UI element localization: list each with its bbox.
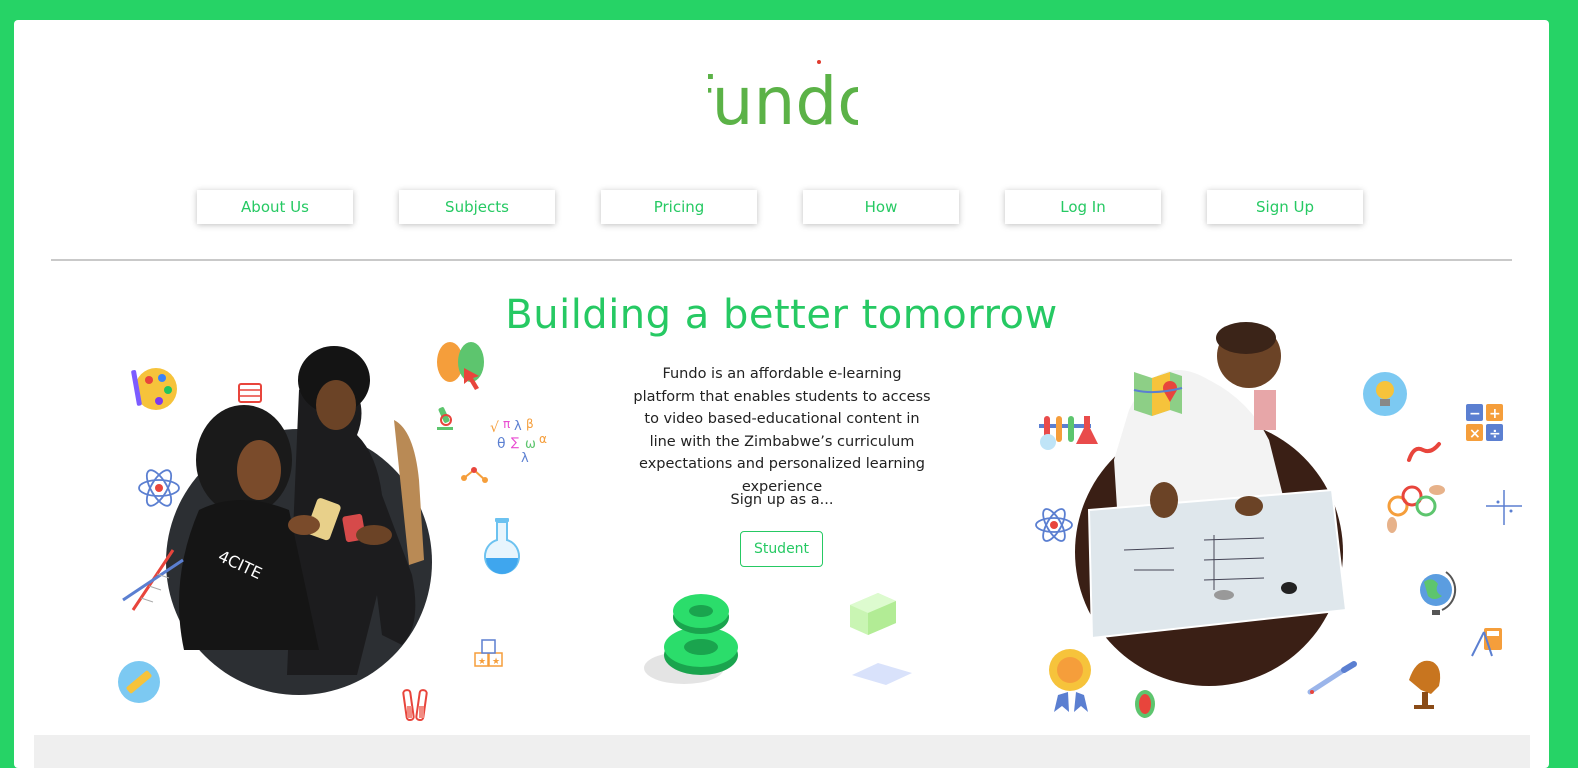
- signup-prompt: Sign up as a...: [730, 492, 834, 508]
- paint-palette-icon: [131, 368, 177, 410]
- main-nav: About Us Subjects Pricing How Log In Sig…: [14, 190, 1549, 224]
- student-whiteboard-illustration: − + × ÷: [1035, 322, 1522, 718]
- toy-blocks-icon: ★ ★: [474, 639, 503, 667]
- gears-icon: [1387, 485, 1445, 533]
- svg-text:×: ×: [1469, 426, 1481, 442]
- svg-text:∑: ∑: [511, 435, 519, 449]
- nav-log-in-button[interactable]: Log In: [1005, 190, 1161, 224]
- light-green-cube-icon: [850, 593, 896, 635]
- spartan-helmet-icon: [1409, 660, 1441, 709]
- brain-icon: [437, 342, 484, 390]
- compass-calculator-icon: [1471, 628, 1502, 657]
- coordinate-axes-icon: [1486, 490, 1522, 525]
- blue-tile-icon: [852, 663, 912, 685]
- svg-text:β: β: [526, 417, 534, 431]
- svg-text:λ: λ: [521, 451, 529, 466]
- hero-description: Fundo is an affordable e-learning platfo…: [633, 366, 931, 495]
- map-icon: [1133, 372, 1183, 416]
- svg-text:+: +: [1489, 406, 1501, 422]
- pencil-icon: [118, 661, 160, 703]
- center-3d-shapes: [644, 593, 912, 685]
- svg-text:π: π: [503, 417, 510, 431]
- svg-text:ω: ω: [525, 437, 536, 452]
- svg-text:θ: θ: [497, 436, 506, 452]
- nav-about-us-button[interactable]: About Us: [197, 190, 353, 224]
- nav-pricing-button[interactable]: Pricing: [601, 190, 757, 224]
- header-divider: [51, 259, 1512, 261]
- lab-equipment-icon: [1039, 416, 1098, 450]
- nav-how-button[interactable]: How: [803, 190, 959, 224]
- lightbulb-icon: [1363, 372, 1407, 416]
- svg-text:−: −: [1469, 406, 1481, 422]
- atom-icon: [138, 469, 180, 507]
- medal-icon: [1049, 649, 1091, 712]
- svg-text:α: α: [539, 432, 547, 446]
- flask-icon: [484, 518, 520, 575]
- student-photo-circle: [1075, 322, 1348, 686]
- nav-subjects-button[interactable]: Subjects: [399, 190, 555, 224]
- test-tubes-icon: [402, 689, 428, 722]
- fundo-logo[interactable]: fundo: [708, 58, 858, 142]
- green-rings-icon: [644, 594, 738, 684]
- student-photo-circle: 4CITE: [166, 346, 432, 695]
- atom-icon: [1035, 508, 1073, 542]
- molecule-icon: [461, 467, 488, 483]
- svg-text:λ: λ: [514, 419, 522, 434]
- svg-text:√: √: [490, 420, 499, 436]
- svg-text:÷: ÷: [1489, 426, 1501, 442]
- page-frame: fundo About Us Subjects Pricing How Log …: [14, 20, 1549, 768]
- microscope-icon: [437, 407, 453, 430]
- cell-icon: [1135, 690, 1155, 718]
- svg-text:★: ★: [492, 657, 500, 667]
- student-signup-button[interactable]: Student: [740, 531, 823, 567]
- abacus-icon: [238, 383, 262, 403]
- nav-sign-up-button[interactable]: Sign Up: [1207, 190, 1363, 224]
- footer-band: [34, 735, 1530, 768]
- math-symbols-icon: √ π λ β θ ∑ ω α λ: [490, 417, 547, 466]
- pipette-icon: [1307, 661, 1357, 695]
- svg-text:fundo: fundo: [708, 63, 858, 140]
- globe-icon: [1420, 571, 1457, 615]
- svg-text:★: ★: [478, 657, 486, 667]
- math-operators-icon: − + × ÷: [1466, 404, 1503, 442]
- students-phone-illustration: 4CITE √ π λ β θ ∑ ω α λ ★ ★: [118, 342, 547, 722]
- wave-symbol-icon: [1407, 442, 1441, 462]
